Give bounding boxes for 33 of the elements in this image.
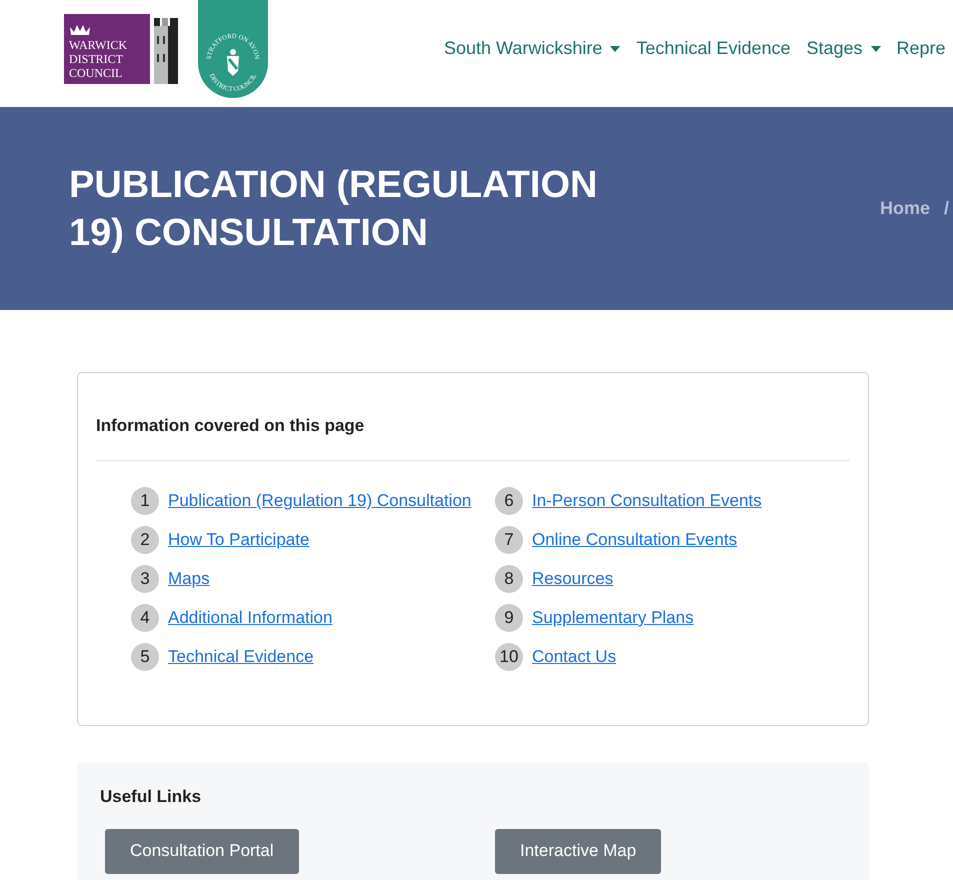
breadcrumb-separator: / bbox=[944, 197, 950, 220]
page-title: PUBLICATION (REGULATION 19) CONSULTATION bbox=[69, 162, 598, 256]
number-badge: 8 bbox=[495, 564, 523, 592]
link-button[interactable]: Consultation Portal bbox=[105, 828, 495, 874]
contents-link[interactable]: How To Participate bbox=[168, 526, 310, 552]
contents-link[interactable]: In-Person Consultation Events bbox=[532, 488, 762, 514]
breadcrumb-link[interactable]: Home bbox=[880, 195, 930, 222]
council-logo: WARWICK DISTRICT COUNCIL bbox=[64, 14, 150, 84]
number-badge: 10 bbox=[495, 642, 523, 670]
number-badge: 9 bbox=[495, 604, 523, 632]
nav-link[interactable]: Stages bbox=[806, 35, 881, 62]
number-badge: 7 bbox=[495, 526, 523, 554]
number-badge: 6 bbox=[495, 486, 523, 514]
contents-link[interactable]: Maps bbox=[168, 566, 210, 592]
contents-link[interactable]: Resources bbox=[532, 566, 614, 592]
number-badge: 1 bbox=[131, 486, 159, 514]
number-badge: 4 bbox=[131, 604, 159, 632]
nav-link[interactable]: South Warwickshire bbox=[444, 35, 620, 62]
contents-link[interactable]: Contact Us bbox=[532, 644, 616, 670]
number-badge: 5 bbox=[131, 642, 159, 670]
contents-link[interactable]: Technical Evidence bbox=[168, 644, 314, 670]
contents-link[interactable]: Additional Information bbox=[168, 604, 332, 630]
contents-link[interactable]: Supplementary Plans bbox=[532, 604, 694, 630]
card-heading: Information covered on this page bbox=[96, 415, 366, 437]
number-badge: 2 bbox=[131, 526, 159, 554]
contents-link[interactable]: Online Consultation Events bbox=[532, 526, 738, 552]
contents-link[interactable]: Publication (Regulation 19) Consultation bbox=[168, 488, 472, 514]
nav-link[interactable]: Repre bbox=[896, 35, 946, 62]
crown-icon bbox=[69, 23, 91, 36]
number-badge: 3 bbox=[131, 564, 159, 592]
nav-link[interactable]: Technical Evidence bbox=[636, 35, 790, 62]
link-button[interactable]: Interactive Map bbox=[495, 828, 662, 874]
panel-heading: Useful Links bbox=[100, 786, 202, 808]
